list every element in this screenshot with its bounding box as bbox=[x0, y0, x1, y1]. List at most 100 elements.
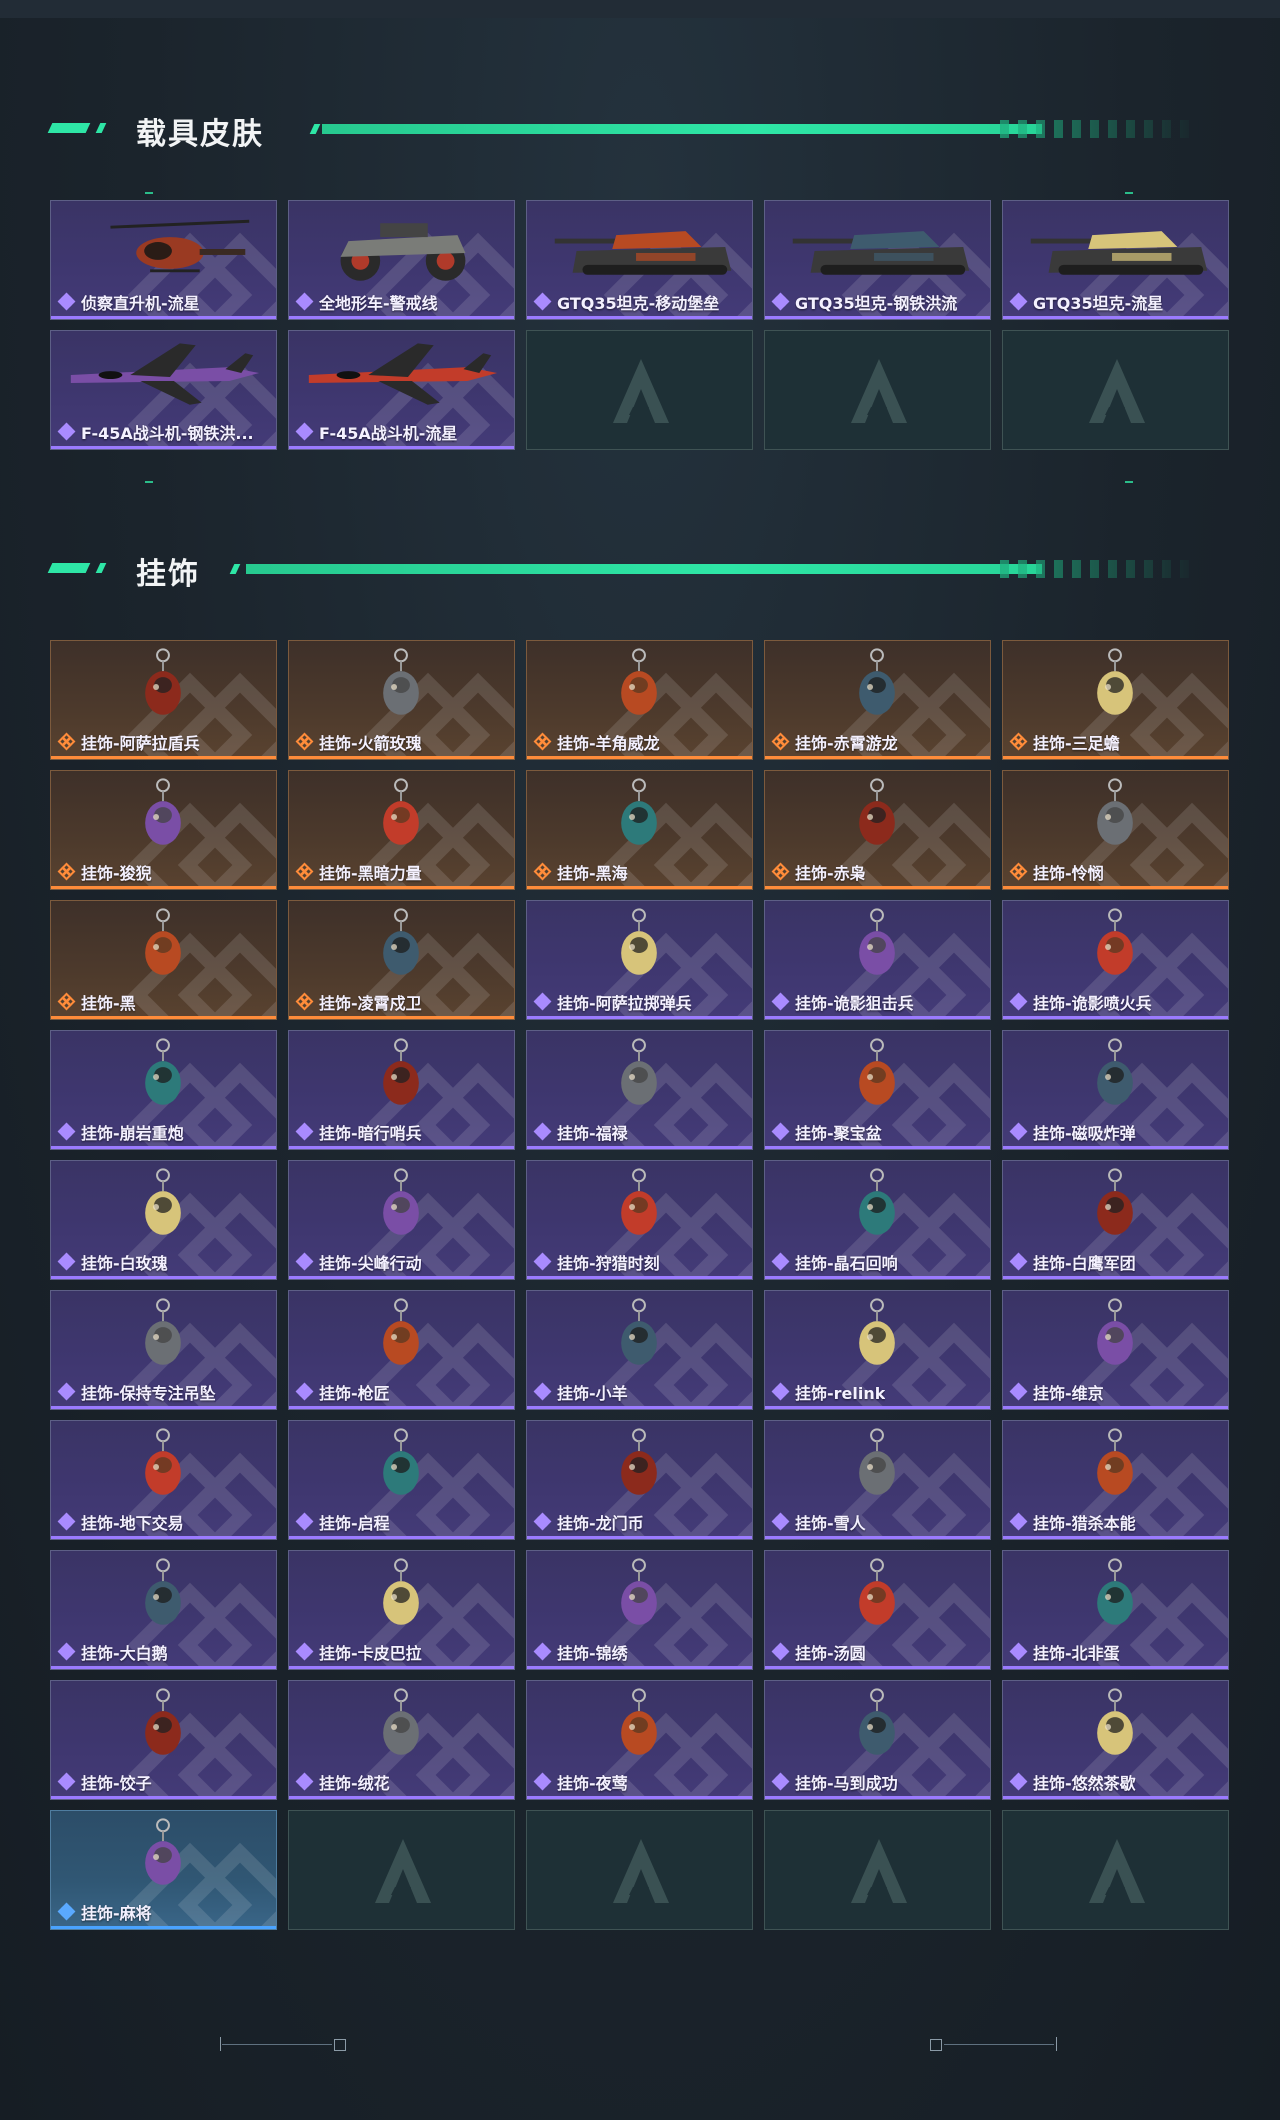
charm-card[interactable]: 挂饰-羊角威龙 bbox=[526, 640, 753, 760]
card-label: 挂饰-小羊 bbox=[557, 1384, 628, 1403]
card-label-row: 挂饰-保持专注吊坠 bbox=[57, 1382, 270, 1403]
charm-card[interactable]: 挂饰-悠然茶歇 bbox=[1002, 1680, 1229, 1800]
card-label-row: 挂饰-阿萨拉掷弹兵 bbox=[533, 992, 746, 1013]
charm-card[interactable]: 挂饰-夜莺 bbox=[526, 1680, 753, 1800]
card-label: 挂饰-白鹰军团 bbox=[1033, 1254, 1136, 1273]
charm-card[interactable]: 挂饰-绒花 bbox=[288, 1680, 515, 1800]
charm-card[interactable]: 挂饰-暗行哨兵 bbox=[288, 1030, 515, 1150]
charm-card[interactable]: 挂饰-晶石回响 bbox=[764, 1160, 991, 1280]
rarity-diamond-icon bbox=[295, 292, 314, 311]
charm-card[interactable]: 挂饰-聚宝盆 bbox=[764, 1030, 991, 1150]
vehicle-skin-card[interactable]: GTQ35坦克-移动堡垒 bbox=[526, 200, 753, 320]
charm-card[interactable]: 挂饰-龙门币 bbox=[526, 1420, 753, 1540]
charm-image bbox=[1097, 908, 1133, 975]
charm-card[interactable]: 挂饰-诡影喷火兵 bbox=[1002, 900, 1229, 1020]
vehicle-skin-card[interactable]: GTQ35坦克-钢铁洪流 bbox=[764, 200, 991, 320]
card-label-row: F-45A战斗机-钢铁洪... bbox=[57, 422, 270, 443]
charm-card[interactable]: 挂饰-白鹰军团 bbox=[1002, 1160, 1229, 1280]
charm-card[interactable]: 挂饰-马到成功 bbox=[764, 1680, 991, 1800]
rarity-diamond-icon bbox=[771, 1772, 790, 1791]
charm-card[interactable]: 挂饰-麻将 bbox=[50, 1810, 277, 1930]
rarity-stripe bbox=[51, 316, 276, 319]
deco-tick bbox=[220, 2037, 221, 2051]
rarity-diamond-icon bbox=[295, 1382, 314, 1401]
charm-card[interactable]: 挂饰-黑海 bbox=[526, 770, 753, 890]
rarity-diamond-icon bbox=[533, 1642, 552, 1661]
rarity-diamond-icon bbox=[1009, 732, 1028, 751]
rarity-diamond-icon bbox=[1009, 1772, 1028, 1791]
card-label: 挂饰-狻猊 bbox=[81, 864, 152, 883]
charm-card[interactable]: 挂饰-三足蟾 bbox=[1002, 640, 1229, 760]
tank-image bbox=[1030, 231, 1208, 275]
rarity-diamond-icon bbox=[1009, 1382, 1028, 1401]
charm-card[interactable]: 挂饰-维京 bbox=[1002, 1290, 1229, 1410]
charm-card[interactable]: 挂饰-磁吸炸弹 bbox=[1002, 1030, 1229, 1150]
charm-card[interactable]: 挂饰-黑暗力量 bbox=[288, 770, 515, 890]
charm-card[interactable]: 挂饰-白玫瑰 bbox=[50, 1160, 277, 1280]
charm-card[interactable]: 挂饰-福禄 bbox=[526, 1030, 753, 1150]
charm-card[interactable]: 挂饰-枪匠 bbox=[288, 1290, 515, 1410]
charm-card[interactable]: 挂饰-狻猊 bbox=[50, 770, 277, 890]
rarity-diamond-icon bbox=[295, 732, 314, 751]
charm-card[interactable]: 挂饰-保持专注吊坠 bbox=[50, 1290, 277, 1410]
charm-card[interactable]: 挂饰-赤霄游龙 bbox=[764, 640, 991, 760]
vehicle-skin-card[interactable]: F-45A战斗机-流星 bbox=[288, 330, 515, 450]
rarity-diamond-icon bbox=[533, 1772, 552, 1791]
charm-card[interactable]: 挂饰-黑 bbox=[50, 900, 277, 1020]
charm-card[interactable]: 挂饰-赤枭 bbox=[764, 770, 991, 890]
rarity-diamond-icon bbox=[771, 1642, 790, 1661]
charm-card[interactable]: 挂饰-雪人 bbox=[764, 1420, 991, 1540]
charm-card[interactable]: 挂饰-北非蛋 bbox=[1002, 1550, 1229, 1670]
rarity-diamond-icon bbox=[533, 1382, 552, 1401]
charm-grid: 挂饰-阿萨拉盾兵 挂饰-火箭玫瑰 挂饰-羊角威龙 挂饰-赤霄游龙 挂饰-三足蟾挂饰-狻猊… bbox=[50, 640, 1230, 1930]
charm-card[interactable]: 挂饰-大白鹅 bbox=[50, 1550, 277, 1670]
card-label-row: 挂饰-大白鹅 bbox=[57, 1642, 270, 1663]
charm-card[interactable]: 挂饰-汤圆 bbox=[764, 1550, 991, 1670]
charm-card[interactable]: 挂饰-尖峰行动 bbox=[288, 1160, 515, 1280]
vehicle-skin-card[interactable]: F-45A战斗机-钢铁洪... bbox=[50, 330, 277, 450]
charm-card[interactable]: 挂饰-诡影狙击兵 bbox=[764, 900, 991, 1020]
rarity-stripe bbox=[765, 1146, 990, 1149]
vehicle-skin-card[interactable]: 侦察直升机-流星 bbox=[50, 200, 277, 320]
charm-card[interactable]: 挂饰-狩猎时刻 bbox=[526, 1160, 753, 1280]
charm-card[interactable]: 挂饰-崩岩重炮 bbox=[50, 1030, 277, 1150]
charm-image bbox=[621, 1168, 657, 1235]
card-label-row: 挂饰-雪人 bbox=[771, 1512, 984, 1533]
charm-card[interactable]: 挂饰-地下交易 bbox=[50, 1420, 277, 1540]
rarity-stripe bbox=[289, 886, 514, 889]
card-label-row: 挂饰-黑暗力量 bbox=[295, 862, 508, 883]
charm-image bbox=[383, 778, 419, 845]
rarity-stripe bbox=[1003, 756, 1228, 759]
vehicle-skin-card[interactable]: GTQ35坦克-流星 bbox=[1002, 200, 1229, 320]
charm-card[interactable]: 挂饰-阿萨拉盾兵 bbox=[50, 640, 277, 760]
card-label: 挂饰-黑海 bbox=[557, 864, 628, 883]
charm-card[interactable]: 挂饰-启程 bbox=[288, 1420, 515, 1540]
card-label: 挂饰-暗行哨兵 bbox=[319, 1124, 422, 1143]
rarity-diamond-icon bbox=[295, 1642, 314, 1661]
charm-card[interactable]: 挂饰-小羊 bbox=[526, 1290, 753, 1410]
card-label: 挂饰-尖峰行动 bbox=[319, 1254, 422, 1273]
card-label: 挂饰-崩岩重炮 bbox=[81, 1124, 184, 1143]
card-label-row: 挂饰-暗行哨兵 bbox=[295, 1122, 508, 1143]
charm-card[interactable]: 挂饰-猎杀本能 bbox=[1002, 1420, 1229, 1540]
vehicle-skin-card[interactable]: 全地形车-警戒线 bbox=[288, 200, 515, 320]
rarity-diamond-icon bbox=[57, 1642, 76, 1661]
card-label-row: 挂饰-麻将 bbox=[57, 1902, 270, 1923]
card-label-row: 挂饰-白玫瑰 bbox=[57, 1252, 270, 1273]
charm-card[interactable]: 挂饰-卡皮巴拉 bbox=[288, 1550, 515, 1670]
charm-card[interactable]: 挂饰-怜悯 bbox=[1002, 770, 1229, 890]
card-label: 挂饰-绒花 bbox=[319, 1774, 390, 1793]
rarity-diamond-icon bbox=[533, 1122, 552, 1141]
charm-card[interactable]: 挂饰-火箭玫瑰 bbox=[288, 640, 515, 760]
card-label: 挂饰-猎杀本能 bbox=[1033, 1514, 1136, 1533]
charm-card[interactable]: 挂饰-锦绣 bbox=[526, 1550, 753, 1670]
card-label: 挂饰-启程 bbox=[319, 1514, 390, 1533]
card-label-row: 挂饰-磁吸炸弹 bbox=[1009, 1122, 1222, 1143]
charm-card[interactable]: 挂饰-饺子 bbox=[50, 1680, 277, 1800]
charm-card[interactable]: 挂饰-阿萨拉掷弹兵 bbox=[526, 900, 753, 1020]
vehicle-grid: 侦察直升机-流星 全地形车-警戒线 GTQ35坦克-移动堡垒 GTQ35坦克-钢铁洪流… bbox=[50, 200, 1230, 450]
rarity-stripe bbox=[51, 1016, 276, 1019]
charm-card[interactable]: 挂饰-relink bbox=[764, 1290, 991, 1410]
rarity-stripe bbox=[51, 1536, 276, 1539]
charm-card[interactable]: 挂饰-凌霄戍卫 bbox=[288, 900, 515, 1020]
